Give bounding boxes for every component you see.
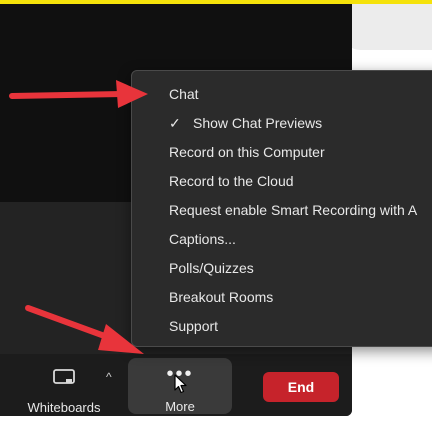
whiteboards-label: Whiteboards [27, 400, 101, 415]
menu-item-record-cloud[interactable]: Record to the Cloud [169, 169, 294, 193]
menu-item-smart-recording[interactable]: Request enable Smart Recording with A [169, 198, 417, 222]
annotation-arrow-more-icon [25, 305, 144, 354]
menu-item-captions[interactable]: Captions... [169, 227, 236, 251]
more-label: More [165, 399, 195, 414]
mouse-cursor-icon [174, 374, 187, 394]
menu-item-chat[interactable]: Chat [169, 82, 199, 106]
screen-share-icon [52, 366, 76, 390]
menu-item-label: Show Chat Previews [193, 115, 323, 131]
menu-item-show-chat-previews[interactable]: ✓ Show Chat Previews [169, 111, 323, 135]
annotation-arrow-chat-icon [9, 80, 148, 108]
whiteboards-options-caret[interactable]: ^ [106, 370, 112, 384]
menu-item-record-computer[interactable]: Record on this Computer [169, 140, 325, 164]
end-meeting-button[interactable]: End [263, 372, 339, 402]
background-window-edge [344, 4, 432, 50]
menu-item-polls-quizzes[interactable]: Polls/Quizzes [169, 256, 254, 280]
whiteboards-button[interactable]: Whiteboards [18, 362, 110, 415]
more-menu: Chat ✓ Show Chat Previews Record on this… [131, 70, 432, 347]
checkmark-icon: ✓ [169, 115, 181, 131]
menu-item-support[interactable]: Support [169, 314, 218, 338]
menu-item-breakout-rooms[interactable]: Breakout Rooms [169, 285, 273, 309]
